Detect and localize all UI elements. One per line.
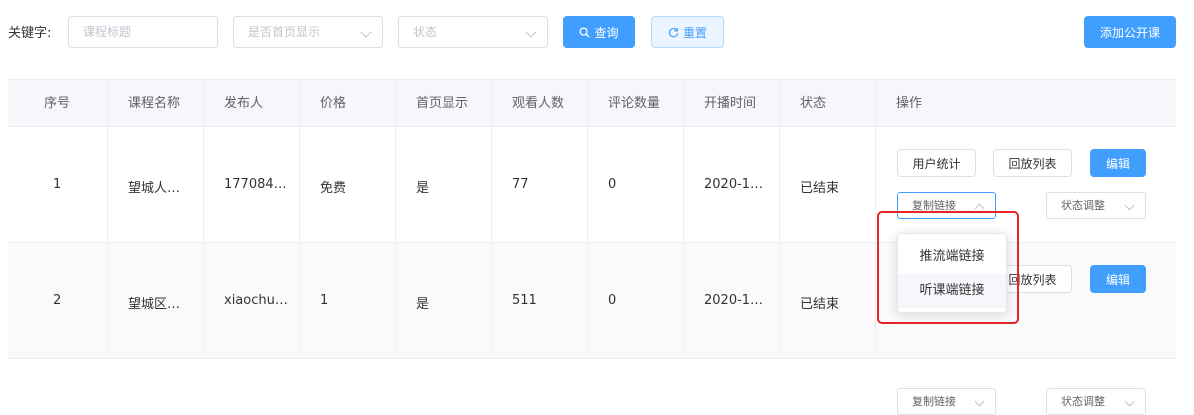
status-placeholder: 状态 xyxy=(413,25,438,39)
status-adjust-label: 状态调整 xyxy=(1061,199,1105,212)
column-divider xyxy=(395,80,396,350)
cell-index: 2 xyxy=(53,293,62,308)
chevron-down-icon xyxy=(360,26,372,38)
cell-homepage: 是 xyxy=(416,297,430,312)
reset-button[interactable]: 重置 xyxy=(651,16,724,48)
playback-list-button[interactable]: 回放列表 xyxy=(993,149,1072,177)
status-adjust-label: 状态调整 xyxy=(1061,395,1105,408)
copy-link-select[interactable]: 复制链接 xyxy=(897,388,996,415)
course-title-placeholder: 课程标题 xyxy=(83,25,132,39)
status-adjust-select[interactable]: 状态调整 xyxy=(1046,388,1146,415)
copy-link-label: 复制链接 xyxy=(912,395,956,408)
chevron-down-icon xyxy=(525,26,537,38)
query-button[interactable]: 查询 xyxy=(563,16,635,48)
table-header: 序号 课程名称 发布人 价格 首页显示 观看人数 评论数量 开播时间 状态 操作 xyxy=(8,80,1176,127)
header-views: 观看人数 xyxy=(512,96,565,111)
keyword-label: 关键字: xyxy=(8,26,52,41)
cell-views: 77 xyxy=(512,177,529,192)
user-stats-button[interactable]: 用户统计 xyxy=(897,149,976,177)
cell-publisher: xiaochu… xyxy=(224,293,288,308)
cell-status: 已结束 xyxy=(800,181,840,196)
column-divider xyxy=(491,80,492,350)
cell-homepage: 是 xyxy=(416,181,430,196)
add-course-button[interactable]: 添加公开课 xyxy=(1084,16,1176,48)
highlight-box xyxy=(877,211,1019,324)
cell-publisher: 177084… xyxy=(224,177,287,192)
homepage-display-select[interactable]: 是否首页显示 xyxy=(233,16,383,48)
cell-price: 免费 xyxy=(320,181,347,196)
reset-label: 重置 xyxy=(682,25,707,40)
cell-course-name: 望城区… xyxy=(128,297,181,312)
cell-course-name: 望城人… xyxy=(128,181,181,196)
chevron-down-icon xyxy=(1124,200,1135,211)
cell-price: 1 xyxy=(320,293,329,308)
column-divider xyxy=(107,80,108,350)
column-divider xyxy=(587,80,588,350)
chevron-down-icon xyxy=(974,396,985,407)
column-divider xyxy=(299,80,300,350)
edit-button[interactable]: 编辑 xyxy=(1090,265,1146,293)
column-divider xyxy=(683,80,684,350)
status-select[interactable]: 状态 xyxy=(398,16,548,48)
column-divider xyxy=(203,80,204,350)
cell-comments: 0 xyxy=(608,177,617,192)
add-course-label: 添加公开课 xyxy=(1099,25,1160,40)
column-divider xyxy=(779,80,780,350)
column-divider xyxy=(875,80,876,350)
cell-comments: 0 xyxy=(608,293,617,308)
user-stats-label: 用户统计 xyxy=(912,156,961,171)
header-actions: 操作 xyxy=(896,96,923,111)
edit-label: 编辑 xyxy=(1105,156,1130,171)
query-label: 查询 xyxy=(594,25,619,40)
course-title-input[interactable]: 课程标题 xyxy=(68,16,218,48)
cell-start-time: 2020-1… xyxy=(704,177,764,192)
cell-views: 511 xyxy=(512,293,537,308)
edit-label: 编辑 xyxy=(1105,272,1130,287)
header-price: 价格 xyxy=(320,96,347,111)
chevron-down-icon xyxy=(1124,396,1135,407)
header-status: 状态 xyxy=(800,96,827,111)
homepage-display-placeholder: 是否首页显示 xyxy=(248,25,321,39)
edit-button[interactable]: 编辑 xyxy=(1090,149,1146,177)
playback-list-label: 回放列表 xyxy=(1008,156,1057,171)
header-comments: 评论数量 xyxy=(608,96,661,111)
header-index: 序号 xyxy=(44,96,71,111)
search-icon xyxy=(579,26,591,38)
header-course-name: 课程名称 xyxy=(128,96,181,111)
header-start-time: 开播时间 xyxy=(704,96,757,111)
cell-start-time: 2020-1… xyxy=(704,293,764,308)
cell-status: 已结束 xyxy=(800,297,840,312)
refresh-icon xyxy=(668,27,679,37)
header-publisher: 发布人 xyxy=(224,96,264,111)
cell-index: 1 xyxy=(53,177,62,192)
status-adjust-select[interactable]: 状态调整 xyxy=(1046,192,1146,219)
header-homepage: 首页显示 xyxy=(416,96,469,111)
